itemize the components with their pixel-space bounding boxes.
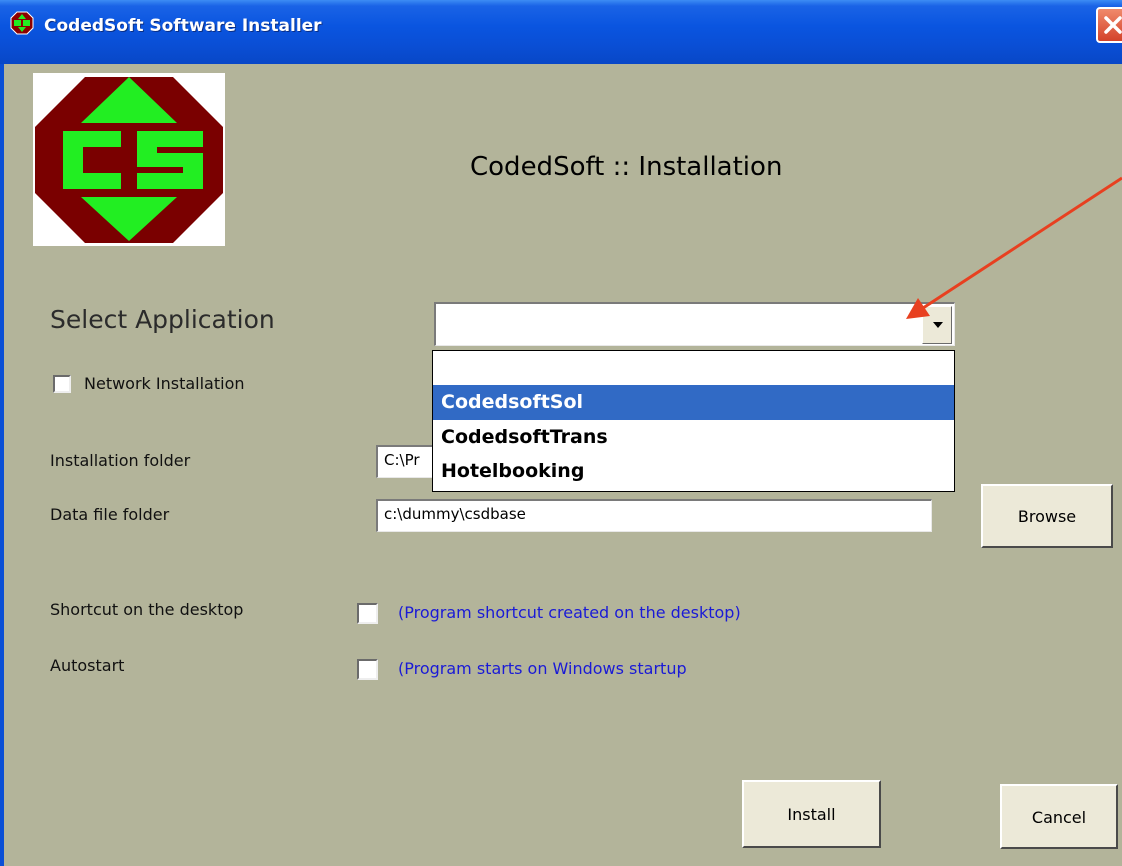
application-dropdown-list: CodedsoftSol CodedsoftTrans Hotelbooking [432,350,955,492]
network-installation-label: Network Installation [84,374,245,393]
dropdown-option-blank[interactable] [433,351,954,386]
data-file-folder-input[interactable]: c:\dummy\csdbase [376,499,932,532]
close-icon [1104,16,1122,34]
shortcut-label: Shortcut on the desktop [50,600,244,619]
window-title: CodedSoft Software Installer [44,16,322,36]
dropdown-option-codedsoftsol[interactable]: CodedsoftSol [433,385,954,420]
install-button[interactable]: Install [742,780,881,848]
window-title-bar[interactable]: CodedSoft Software Installer [0,0,1122,64]
data-file-folder-label: Data file folder [50,505,170,524]
autostart-label: Autostart [50,656,125,675]
window-frame-left [0,64,4,866]
cancel-button[interactable]: Cancel [1000,784,1118,849]
app-icon [10,11,34,35]
dropdown-option-hotelbooking[interactable]: Hotelbooking [433,454,954,489]
close-button[interactable] [1096,7,1122,43]
page-heading: CodedSoft :: Installation [470,152,783,182]
dropdown-option-codedsofttrans[interactable]: CodedsoftTrans [433,420,954,455]
installation-folder-label: Installation folder [50,451,191,470]
shortcut-checkbox[interactable] [357,603,378,624]
autostart-note: (Program starts on Windows startup [398,659,687,678]
chevron-down-icon [933,322,943,328]
network-installation-checkbox[interactable] [53,375,71,393]
combobox-dropdown-button[interactable] [922,306,952,344]
autostart-checkbox[interactable] [357,659,378,680]
codedsoft-logo [33,73,225,246]
select-application-combobox[interactable] [434,302,955,346]
browse-button[interactable]: Browse [981,484,1113,548]
select-application-label: Select Application [50,305,275,334]
shortcut-note: (Program shortcut created on the desktop… [398,603,741,622]
